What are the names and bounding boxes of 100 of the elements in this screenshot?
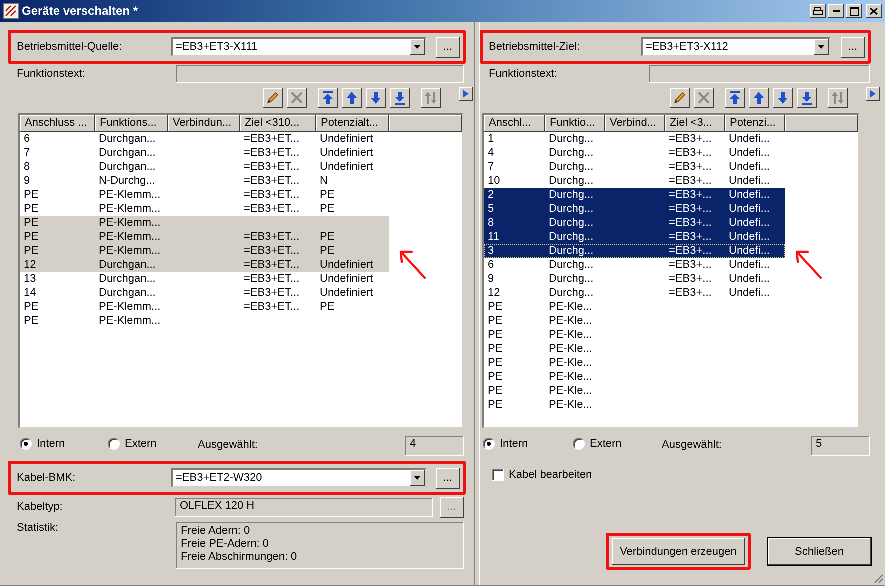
device-combo[interactable]: =EB3+ET3-X111 xyxy=(171,37,427,57)
radio-option[interactable]: Extern xyxy=(573,438,622,450)
radio-label: Intern xyxy=(37,438,66,450)
column-header[interactable]: Potenzialt... xyxy=(316,115,389,132)
maximize-button[interactable] xyxy=(846,4,862,18)
column-header[interactable]: Ziel <3... xyxy=(665,115,725,132)
selected-row[interactable]: PE PE-Klemm... =EB3+ET... PE xyxy=(20,230,389,244)
top-button[interactable] xyxy=(725,88,745,108)
cable-combo[interactable]: =EB3+ET2-W320 xyxy=(171,468,427,488)
table-cell: Durchg... xyxy=(549,245,594,257)
table-cell: 13 xyxy=(24,273,36,285)
table-cell: PE-Kle... xyxy=(549,329,592,341)
dialog-button[interactable]: Verbindungen erzeugen xyxy=(612,538,745,565)
column-header[interactable]: Anschluss ... xyxy=(20,115,95,132)
selected-row[interactable]: 12 Durchgan... =EB3+ET... Undefiniert xyxy=(20,258,389,272)
radio-option[interactable]: Intern xyxy=(20,438,66,450)
table-cell: PE-Kle... xyxy=(549,399,592,411)
column-header[interactable]: Anschl... xyxy=(484,115,545,132)
browse-button[interactable]: ... xyxy=(436,36,460,58)
selected-row[interactable]: 8 Durchg... =EB3+... Undefi... xyxy=(484,216,785,230)
table-cell: PE-Kle... xyxy=(549,343,592,355)
more-button[interactable] xyxy=(866,87,880,101)
table-cell: Durchg... xyxy=(549,259,594,271)
table-cell: 10 xyxy=(488,175,500,187)
column-header[interactable]: Verbindun... xyxy=(168,115,240,132)
app-icon xyxy=(3,3,19,19)
radio-option[interactable]: Intern xyxy=(483,438,528,450)
table-cell: =EB3+... xyxy=(669,217,712,229)
radio-option[interactable]: Extern xyxy=(108,438,157,450)
triangle-icon xyxy=(463,90,469,98)
column-header[interactable]: Verbind... xyxy=(605,115,665,132)
table-cell: PE xyxy=(488,371,503,383)
table-cell: Durchg... xyxy=(549,231,594,243)
close-icon xyxy=(870,8,878,14)
selected-count-field: 5 xyxy=(811,436,870,456)
dialog-button[interactable]: Schließen xyxy=(768,538,871,565)
edit-button[interactable] xyxy=(263,88,283,108)
radio-button[interactable] xyxy=(483,438,495,450)
column-header[interactable]: Ziel <310... xyxy=(240,115,316,132)
arrow-down-icon xyxy=(370,91,382,105)
table-cell: Undefi... xyxy=(729,217,770,229)
column-header[interactable]: Funktions... xyxy=(95,115,168,132)
minimize-button[interactable] xyxy=(828,4,844,18)
selected-row[interactable]: PE PE-Klemm... =EB3+ET... PE xyxy=(20,244,389,258)
table-cell: PE xyxy=(488,329,503,341)
table-cell: Durchg... xyxy=(549,147,594,159)
table-cell: 11 xyxy=(488,231,500,243)
radio-label: Extern xyxy=(590,438,622,450)
down-button[interactable] xyxy=(366,88,386,108)
radio-button[interactable] xyxy=(108,438,120,450)
print-button[interactable] xyxy=(810,4,826,18)
arrow-top-icon xyxy=(322,91,334,105)
table-cell: Undefi... xyxy=(729,273,770,285)
device-combo[interactable]: =EB3+ET3-X112 xyxy=(641,37,831,57)
browse-button[interactable]: ... xyxy=(841,36,865,58)
bottom-button[interactable] xyxy=(797,88,817,108)
checkbox[interactable] xyxy=(492,469,504,481)
arrow-down-icon xyxy=(777,91,789,105)
top-button[interactable] xyxy=(318,88,338,108)
checkbox-option[interactable]: Kabel bearbeiten xyxy=(492,469,885,481)
function-text-field[interactable] xyxy=(176,65,464,83)
table-cell: 9 xyxy=(24,175,30,187)
bottom-button[interactable] xyxy=(390,88,410,108)
selected-row[interactable]: 11 Durchg... =EB3+... Undefi... xyxy=(484,230,785,244)
table-cell: =EB3+ET... xyxy=(244,301,300,313)
selected-row[interactable]: 5 Durchg... =EB3+... Undefi... xyxy=(484,202,785,216)
column-header[interactable]: Potenzi... xyxy=(725,115,785,132)
selected-row[interactable]: 2 Durchg... =EB3+... Undefi... xyxy=(484,188,785,202)
selected-row[interactable]: 3 Durchg... =EB3+... Undefi... xyxy=(484,244,785,258)
up-button[interactable] xyxy=(749,88,769,108)
more-button[interactable] xyxy=(459,87,473,101)
resize-grip-icon[interactable] xyxy=(872,572,884,584)
table-cell: =EB3+ET... xyxy=(244,147,300,159)
radio-button[interactable] xyxy=(573,438,585,450)
table-cell: PE-Klemm... xyxy=(99,245,161,257)
edit-button[interactable] xyxy=(670,88,690,108)
browse-button[interactable]: ... xyxy=(436,468,460,488)
table-cell: Durchgan... xyxy=(99,287,156,299)
table-cell: =EB3+ET... xyxy=(244,189,300,201)
field-label: Funktionstext: xyxy=(489,68,558,80)
close-icon xyxy=(697,91,711,105)
close-button[interactable] xyxy=(866,4,882,18)
up-button[interactable] xyxy=(342,88,362,108)
table-cell: 7 xyxy=(488,161,494,173)
table-cell: 7 xyxy=(24,147,30,159)
pencil-icon xyxy=(673,91,687,105)
down-button[interactable] xyxy=(773,88,793,108)
table-cell: PE xyxy=(24,217,39,229)
table-cell: 5 xyxy=(488,203,494,215)
pencil-icon xyxy=(266,91,280,105)
table-cell: 8 xyxy=(488,217,494,229)
function-text-field[interactable] xyxy=(649,65,870,83)
selected-row[interactable]: PE PE-Klemm... xyxy=(20,216,389,230)
table-cell: 3 xyxy=(488,245,494,257)
column-header[interactable]: Funktio... xyxy=(545,115,605,132)
table-cell: PE xyxy=(24,203,39,215)
arrow-up-icon xyxy=(753,91,765,105)
radio-button[interactable] xyxy=(20,438,32,450)
field-label: Ausgewählt: xyxy=(662,439,722,451)
arrow-top-icon xyxy=(729,91,741,105)
